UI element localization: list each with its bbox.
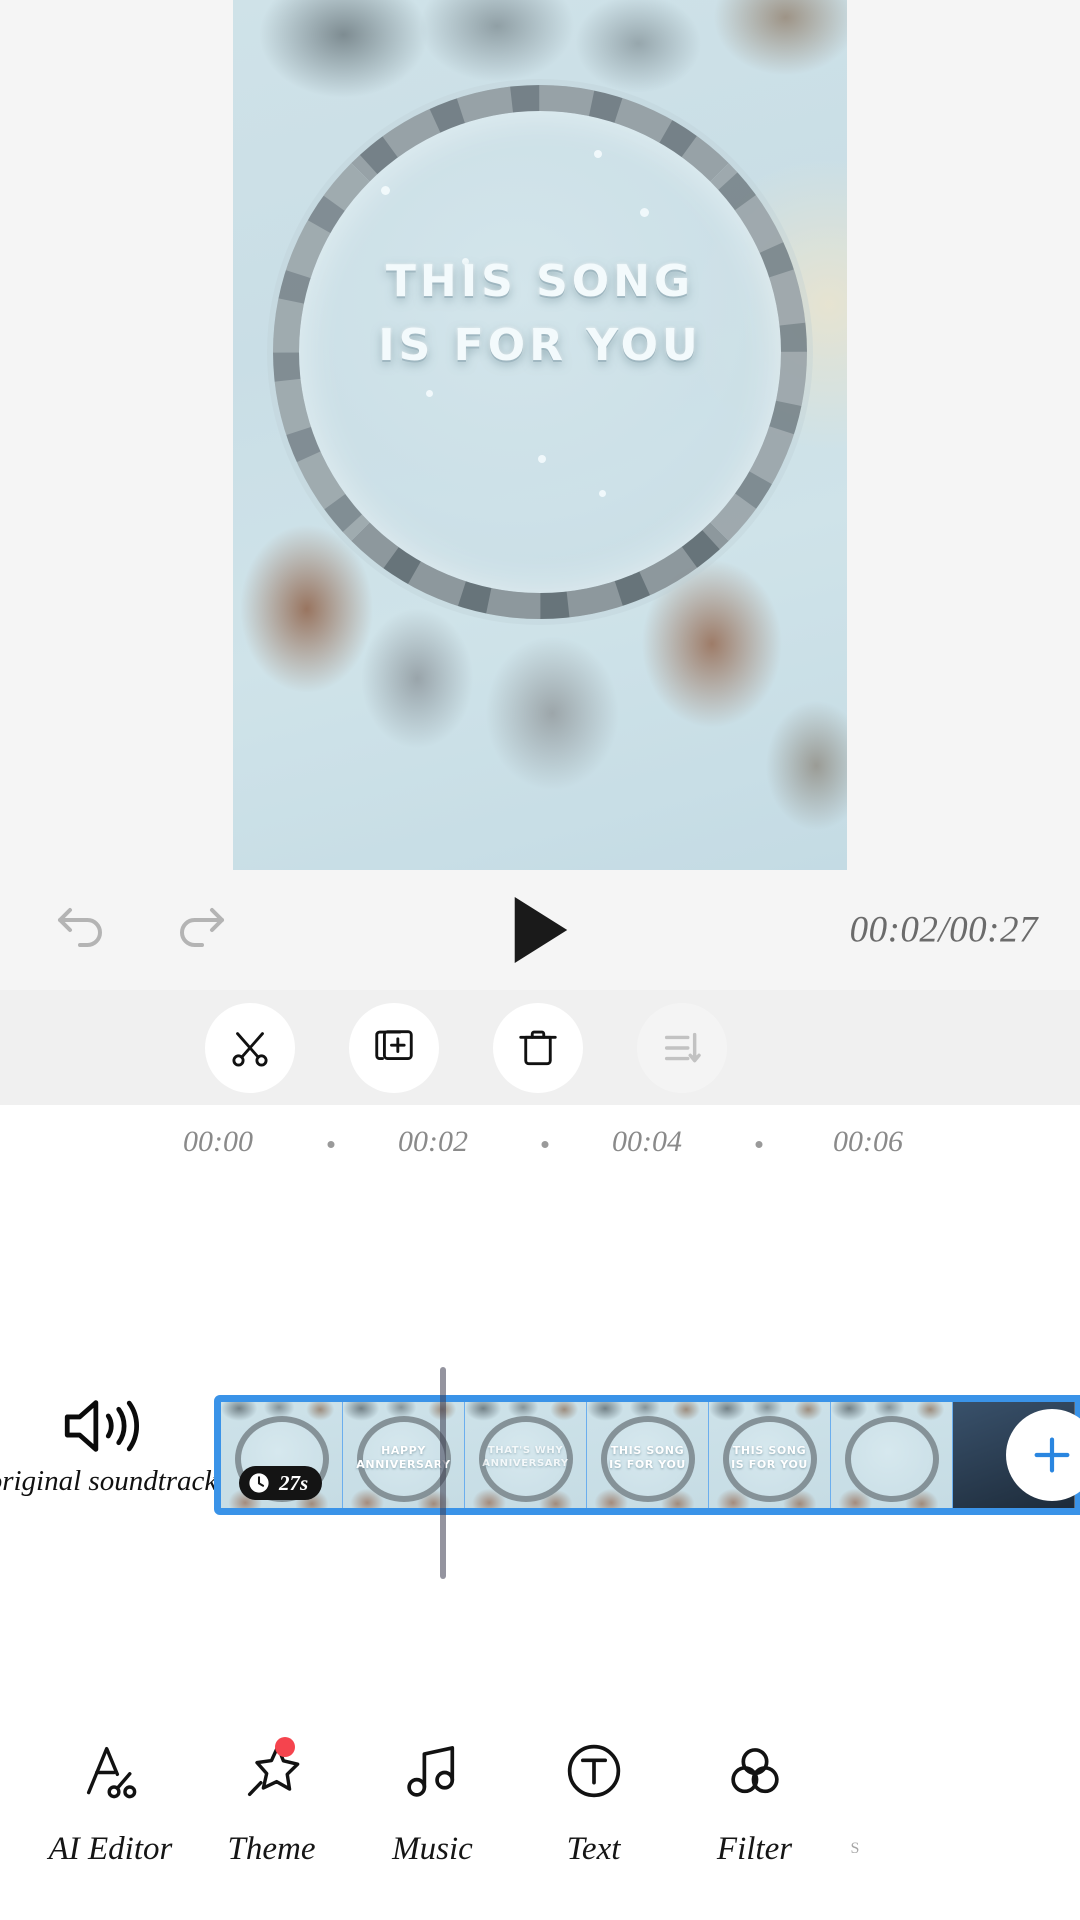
speaker-waves-icon [62,1395,144,1457]
overlay-text-line-1: THIS SONG [386,256,694,307]
video-clip-strip[interactable]: HAPPYANNIVERSARY THAT'S WHYANNIVERSARY T… [214,1395,1080,1515]
timecode-display: 00:02/00:27 [850,909,1038,952]
timeline-ruler[interactable]: 00:00 00:02 00:04 00:06 [0,1105,1080,1177]
snow-speck [599,490,606,497]
audio-track-label[interactable]: original soundtrack [0,1395,205,1498]
clip-toolbar [0,990,1080,1105]
ruler-tick-label: 00:02 [398,1125,468,1159]
magic-star-icon [239,1738,305,1804]
thumbnail-caption: THIS SONGIS FOR YOU [709,1444,830,1472]
nav-icon-wrap [400,1733,466,1809]
ai-editor-scissors-icon [78,1738,144,1804]
nav-item-music[interactable]: Music [352,1733,513,1868]
nav-item-overflow-partial[interactable]: S [835,1742,875,1858]
snow-speck [538,455,546,463]
filter-circles-icon [722,1738,788,1804]
snow-speck [426,390,433,397]
clip-thumbnail[interactable] [831,1402,953,1508]
clock-icon [247,1471,271,1495]
video-preview-area: THIS SONG IS FOR YOU [0,0,1080,870]
nav-item-theme[interactable]: Theme [191,1733,352,1868]
nav-icon-wrap [561,1733,627,1809]
video-overlay-text: THIS SONG IS FOR YOU [233,250,847,378]
nav-item-filter[interactable]: Filter [674,1733,835,1868]
clip-thumbnail[interactable]: THAT'S WHYANNIVERSARY [465,1402,587,1508]
nav-icon-wrap [239,1733,305,1809]
theme-notification-dot [275,1737,295,1757]
snow-speck [594,150,602,158]
video-editor-screen: THIS SONG IS FOR YOU 00:02/00:27 [0,0,1080,1920]
nav-item-ai-editor[interactable]: AI Editor [30,1733,191,1868]
ruler-tick-label: 00:04 [612,1125,682,1159]
nav-label-ai-editor: AI Editor [49,1831,173,1868]
overlay-text-line-2: IS FOR YOU [233,314,847,378]
transport-bar: 00:02/00:27 [0,870,1080,990]
audio-track-name: original soundtrack [0,1465,217,1498]
nav-label-filter: Filter [717,1831,792,1868]
undo-button[interactable] [48,898,112,962]
snow-speck [381,186,390,195]
delete-clip-button[interactable] [493,1003,583,1093]
redo-button[interactable] [170,898,234,962]
copy-plus-icon [371,1025,417,1071]
nav-icon-wrap [78,1733,144,1809]
ruler-tick-dot [756,1141,763,1148]
nav-label-overflow-partial: S [851,1840,860,1858]
ruler-tick-dot [542,1141,549,1148]
nav-label-text: Text [567,1831,621,1868]
ruler-tick-label: 00:06 [833,1125,903,1159]
clip-thumbnail[interactable]: THIS SONGIS FOR YOU [587,1402,709,1508]
play-triangle-icon [510,895,570,965]
clip-duration-text: 27s [279,1471,308,1496]
clip-duration-badge: 27s [239,1466,322,1500]
ruler-tick-label: 00:00 [183,1125,253,1159]
undo-arrow-icon [50,900,110,960]
text-circle-icon [561,1738,627,1804]
reorder-clips-button[interactable] [637,1003,727,1093]
redo-arrow-icon [172,900,232,960]
sort-lines-arrow-icon [659,1025,705,1071]
undo-redo-group [48,898,234,962]
clip-thumbnail[interactable]: HAPPYANNIVERSARY [343,1402,465,1508]
video-preview-frame[interactable]: THIS SONG IS FOR YOU [233,0,847,870]
nav-icon-wrap [722,1733,788,1809]
scissors-icon [227,1025,273,1071]
plus-icon [1029,1432,1075,1478]
clip-thumbnail[interactable]: THIS SONGIS FOR YOU [709,1402,831,1508]
music-note-icon [400,1738,466,1804]
trash-icon [515,1025,561,1071]
timeline-panel: 00:00 00:02 00:04 00:06 original soundtr… [0,1105,1080,1680]
thumbnail-caption: THAT'S WHYANNIVERSARY [465,1445,586,1470]
nav-label-theme: Theme [228,1831,316,1868]
duplicate-clip-button[interactable] [349,1003,439,1093]
snow-speck [640,208,649,217]
nav-label-music: Music [392,1831,473,1868]
thumbnail-ring-shape [845,1416,939,1502]
split-clip-button[interactable] [205,1003,295,1093]
nav-item-text[interactable]: Text [513,1733,674,1868]
bottom-toolbar: AI Editor Theme Music [0,1680,1080,1920]
play-button[interactable] [500,890,580,970]
playhead[interactable] [440,1367,446,1579]
thumbnail-caption: THIS SONGIS FOR YOU [587,1444,708,1472]
ruler-tick-dot [328,1141,335,1148]
